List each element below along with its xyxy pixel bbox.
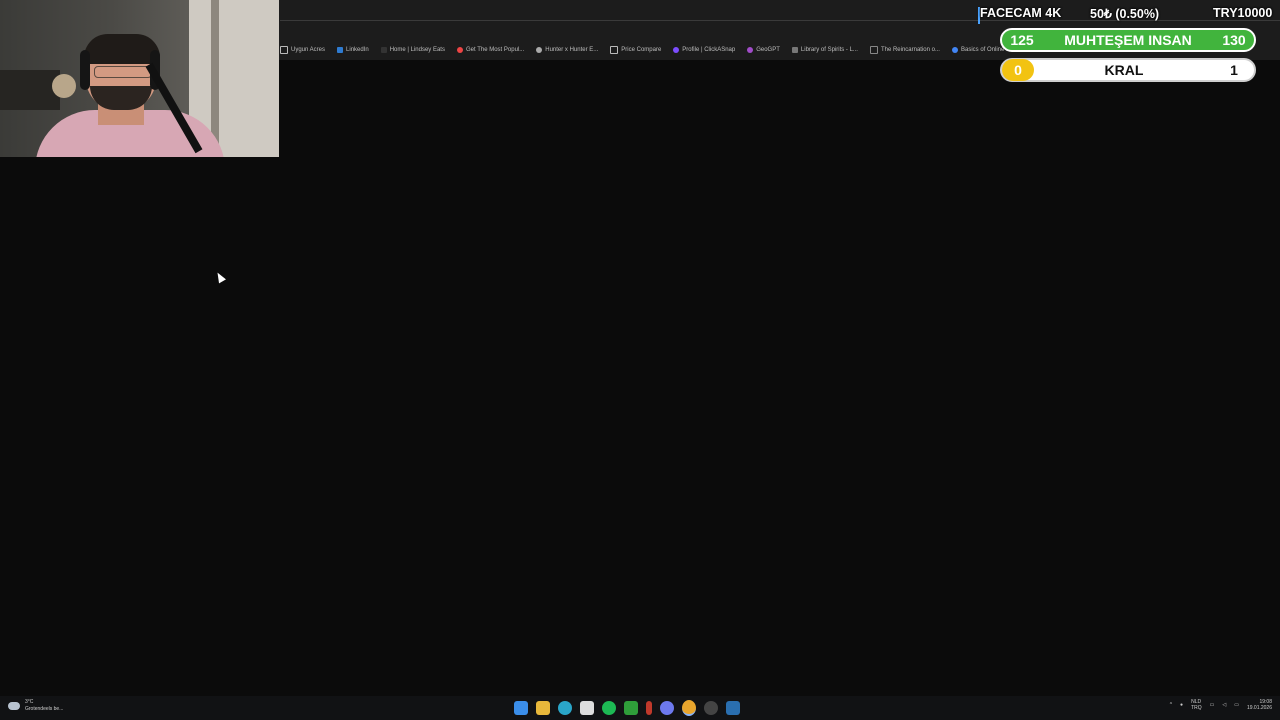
- spotify-icon[interactable]: [602, 701, 616, 715]
- google-icon: [951, 47, 958, 53]
- site-icon: [456, 47, 463, 53]
- cloud-icon: [8, 702, 20, 710]
- start-icon[interactable]: [514, 701, 528, 715]
- vote-bar-title: KRAL: [1104, 62, 1144, 78]
- site-icon: [673, 47, 680, 53]
- obs-icon[interactable]: [704, 701, 718, 715]
- site-icon: [380, 47, 387, 53]
- folder-icon: [280, 46, 288, 54]
- stream-overlay-header: FACECAM 4K 50₺ (0.50%) TRY10000: [978, 6, 1274, 26]
- bookmark-item[interactable]: Library of Spirits - L...: [791, 47, 858, 53]
- linkedin-icon: [337, 47, 344, 53]
- bookmark-item[interactable]: LinkedIn: [337, 47, 369, 53]
- vote-bar-muhtesem: 125 MUHTEŞEM INSAN 130: [1000, 28, 1256, 52]
- chrome-icon[interactable]: [682, 700, 696, 716]
- windows-taskbar: 3°C Grotendeels be... ^ ● NLD TRQ ▭ ◁ ▭ …: [0, 696, 1280, 720]
- system-tray: ^ ● NLD TRQ ▭ ◁ ▭ 19:08 19.01.2026: [1162, 699, 1272, 711]
- vote-bar-right-count: 1: [1230, 62, 1238, 78]
- discord-icon[interactable]: [660, 701, 674, 715]
- clock[interactable]: 19:08 19.01.2026: [1247, 699, 1272, 711]
- microphone-icon[interactable]: ●: [1180, 702, 1183, 708]
- bookmark-item[interactable]: GeoGPT: [747, 47, 780, 53]
- language-indicator[interactable]: NLD TRQ: [1191, 699, 1202, 711]
- goal-label: TRY10000: [1213, 6, 1273, 20]
- edge-icon[interactable]: [558, 701, 572, 715]
- folder-icon: [610, 46, 619, 54]
- vote-bar-left-count: 125: [1010, 32, 1034, 48]
- xbox-icon[interactable]: [624, 701, 638, 715]
- app-icon[interactable]: [646, 701, 652, 715]
- vote-bar-right-count: 130: [1222, 32, 1246, 48]
- vote-bar-title: MUHTEŞEM INSAN: [1064, 32, 1192, 48]
- store-icon[interactable]: [580, 701, 594, 715]
- taskbar-apps: [510, 700, 744, 716]
- site-icon: [536, 47, 543, 53]
- vote-bar-left-count: 0: [1002, 59, 1034, 81]
- weather-temp: 3°C: [25, 699, 34, 705]
- site-icon: [791, 47, 798, 53]
- facecam-video: [0, 0, 279, 157]
- bookmark-item[interactable]: Get The Most Popul...: [456, 47, 524, 53]
- weather-widget[interactable]: 3°C Grotendeels be...: [8, 699, 63, 713]
- network-icon[interactable]: ▭: [1210, 702, 1215, 708]
- steam-icon[interactable]: [726, 701, 740, 715]
- site-icon: [869, 46, 878, 54]
- bookmark-item[interactable]: Profile | ClickASnap: [673, 47, 735, 53]
- bookmark-item[interactable]: Hunter x Hunter E...: [536, 47, 598, 53]
- vote-bar-kral: 0 KRAL 1: [1000, 58, 1256, 82]
- battery-icon[interactable]: ▭: [1234, 702, 1239, 708]
- volume-icon[interactable]: ◁: [1222, 702, 1226, 708]
- file-explorer-icon[interactable]: [536, 701, 550, 715]
- bookmark-item[interactable]: Price Compare: [610, 46, 661, 54]
- bookmark-item[interactable]: Uygun Acres: [280, 46, 325, 54]
- weather-desc: Grotendeels be...: [25, 706, 64, 712]
- site-icon: [747, 47, 754, 53]
- facecam-label: FACECAM 4K: [980, 6, 1062, 20]
- chevron-up-icon[interactable]: ^: [1170, 702, 1172, 708]
- donation-label: 50₺ (0.50%): [1090, 7, 1160, 21]
- bookmark-item[interactable]: The Reincarnation o...: [869, 46, 940, 54]
- bookmark-item[interactable]: Home | Lindsey Eats: [380, 47, 445, 53]
